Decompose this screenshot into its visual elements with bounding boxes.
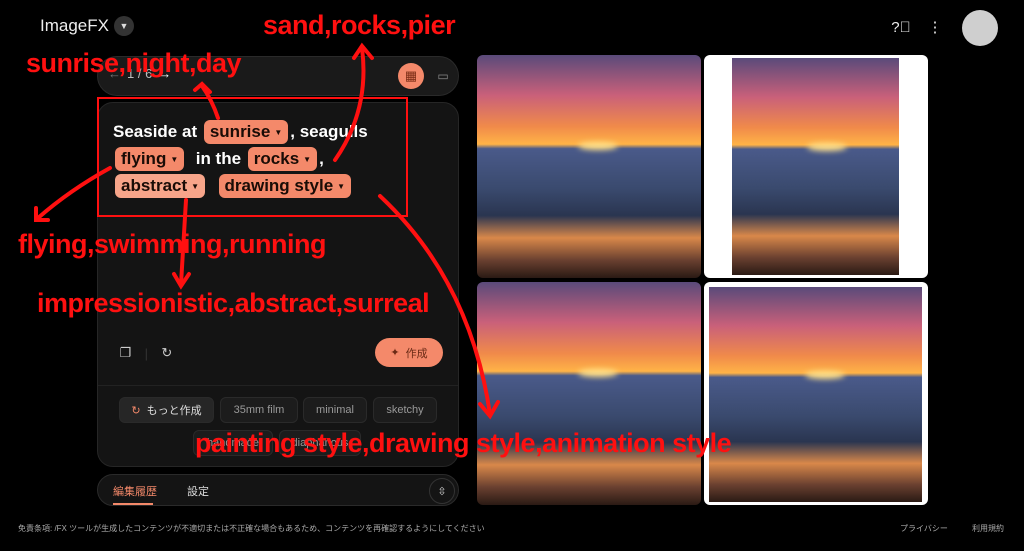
- annotation-style-options: painting style,drawing style,animation s…: [195, 428, 732, 458]
- annotation-abstract-options: impressionistic,abstract,surreal: [37, 288, 430, 318]
- annotation-rocks-options: sand,rocks,pier: [263, 10, 456, 40]
- arrow-rocks: [333, 46, 366, 162]
- arrow-flying: [36, 166, 112, 220]
- annotation-sunrise-options: sunrise,night,day: [26, 48, 242, 78]
- annotation-arrows: [34, 42, 500, 420]
- annotation-flying-options: flying,swimming,running: [18, 229, 327, 259]
